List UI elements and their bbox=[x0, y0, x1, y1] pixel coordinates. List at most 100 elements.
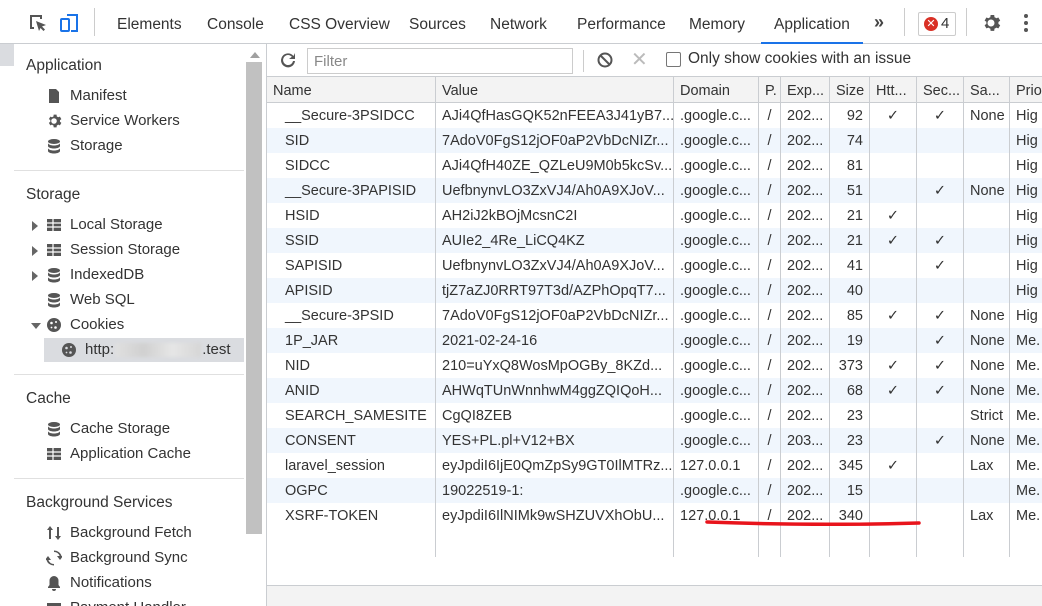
table-row[interactable]: SEARCH_SAMESITE CgQI8ZEB .google.c.../202.… bbox=[267, 403, 1042, 428]
expand-arrow-icon[interactable] bbox=[32, 271, 38, 281]
cell-size: 40 bbox=[830, 278, 870, 303]
table-row[interactable]: SIDCC AJi4QfH40ZE_QZLeU9M0b5kcSv... .googl… bbox=[267, 153, 1042, 178]
only-issues-checkbox[interactable] bbox=[666, 52, 681, 67]
scroll-up-arrow-icon[interactable] bbox=[250, 52, 260, 58]
grid-icon bbox=[46, 217, 62, 233]
error-count-badge[interactable]: ✕ 4 bbox=[918, 12, 956, 36]
column-header-expires[interactable]: Exp... bbox=[781, 77, 830, 103]
sidebar-item-cookie-origin[interactable]: http: .test bbox=[44, 338, 244, 362]
cookie-icon bbox=[46, 317, 62, 333]
tab-css-overview[interactable]: CSS Overview bbox=[289, 0, 390, 44]
tab-application[interactable]: Application bbox=[761, 0, 863, 44]
cell-path: / bbox=[759, 378, 781, 403]
table-row[interactable]: NID 210=uYxQ8WosMpOGBy_8KZd... .google.c..… bbox=[267, 353, 1042, 378]
toolbar-divider bbox=[583, 50, 584, 72]
cell-expires: 202... bbox=[781, 178, 830, 203]
column-header-size[interactable]: Size bbox=[830, 77, 870, 103]
kebab-menu-icon[interactable] bbox=[1021, 12, 1031, 34]
table-row[interactable]: __Secure-3PSIDCC AJi4QfHasGQK52nFEEA3J41y… bbox=[267, 103, 1042, 128]
sidebar-item-label: Cache Storage bbox=[70, 420, 171, 437]
cell-domain: .google.c... bbox=[674, 128, 759, 153]
table-row[interactable]: CONSENT YES+PL.pl+V12+BX .google.c.../203.… bbox=[267, 428, 1042, 453]
device-toolbar-icon[interactable] bbox=[58, 12, 80, 34]
delete-selected-icon[interactable]: ✕ bbox=[631, 48, 648, 72]
column-header-samesite[interactable]: Sa... bbox=[964, 77, 1010, 103]
sync-icon bbox=[45, 550, 63, 566]
cookies-toolbar: ✕ Only show cookies with an issue bbox=[267, 44, 1042, 77]
column-header-secure[interactable]: Sec... bbox=[917, 77, 964, 103]
table-row[interactable]: HSID AH2iJ2kBOjMcsnC2I .google.c.../202...… bbox=[267, 203, 1042, 228]
toolbar-divider bbox=[904, 8, 905, 36]
column-header-path[interactable]: P. bbox=[759, 77, 781, 103]
cell-httponly bbox=[870, 253, 917, 278]
database-icon bbox=[46, 138, 62, 154]
cell-secure: ✓ bbox=[917, 178, 964, 203]
tab-memory[interactable]: Memory bbox=[689, 0, 745, 44]
cell-samesite: Lax bbox=[964, 453, 1010, 478]
cell-value: eyJpdiI6IlNIMk9wSHZUVXhObU... bbox=[436, 503, 674, 528]
cell-name: 1P_JAR bbox=[267, 328, 436, 353]
table-row[interactable]: 1P_JAR 2021-02-24-16 .google.c.../202... 19… bbox=[267, 328, 1042, 353]
cell-expires: 202... bbox=[781, 153, 830, 178]
column-header-httponly[interactable]: Htt... bbox=[870, 77, 917, 103]
sidebar-item-label: Session Storage bbox=[70, 241, 181, 258]
table-row[interactable]: APISID tjZ7aZJ0RRT97T3d/AZPhOpqT7... .goog… bbox=[267, 278, 1042, 303]
cell-path: / bbox=[759, 128, 781, 153]
table-row[interactable]: OGPC 19022519-1: .google.c.../202... 15 Me. bbox=[267, 478, 1042, 503]
column-header-domain[interactable]: Domain bbox=[674, 77, 759, 103]
clear-all-icon[interactable] bbox=[597, 52, 613, 68]
cell-priority: Hig bbox=[1010, 153, 1042, 178]
cell-priority: Me. bbox=[1010, 328, 1042, 353]
cell-name: NID bbox=[267, 353, 436, 378]
expand-arrow-icon[interactable] bbox=[32, 221, 38, 231]
tab-console[interactable]: Console bbox=[207, 0, 264, 44]
column-header-name[interactable]: Name bbox=[267, 77, 436, 103]
cell-priority: Me. bbox=[1010, 453, 1042, 478]
table-row[interactable]: XSRF-TOKEN eyJpdiI6IlNIMk9wSHZUVXhObU... 1… bbox=[267, 503, 1042, 528]
cell-value: UefbnynvLO3ZxVJ4/Ah0A9XJoV... bbox=[436, 178, 674, 203]
cell-priority: Hig bbox=[1010, 128, 1042, 153]
sidebar-scrollbar-thumb[interactable] bbox=[246, 62, 262, 534]
cookie-icon bbox=[61, 342, 77, 358]
cell-priority: Me. bbox=[1010, 503, 1042, 528]
tab-elements[interactable]: Elements bbox=[117, 0, 182, 44]
section-title-storage: Storage bbox=[26, 186, 81, 203]
table-row[interactable]: laravel_session eyJpdiI6IjE0QmZpSy9GT0IlM… bbox=[267, 453, 1042, 478]
cell-priority: Me. bbox=[1010, 428, 1042, 453]
origin-suffix: .test bbox=[202, 341, 231, 358]
tab-network[interactable]: Network bbox=[490, 0, 547, 44]
inspect-element-icon[interactable] bbox=[27, 12, 49, 34]
more-tabs-icon[interactable]: » bbox=[874, 12, 884, 33]
table-row[interactable]: SSID AUIe2_4Re_LiCQ4KZ .google.c.../202...… bbox=[267, 228, 1042, 253]
sidebar-item-label: Web SQL bbox=[70, 291, 135, 308]
settings-gear-icon[interactable] bbox=[981, 13, 1001, 37]
cookies-panel: ✕ Only show cookies with an issue NameVa… bbox=[266, 44, 1042, 606]
cell-size: 23 bbox=[830, 428, 870, 453]
table-row[interactable]: ANID AHWqTUnWnnhwM4ggZQIQoH... .google.c..… bbox=[267, 378, 1042, 403]
table-row[interactable]: __Secure-3PAPISID UefbnynvLO3ZxVJ4/Ah0A9X… bbox=[267, 178, 1042, 203]
cell-secure bbox=[917, 478, 964, 503]
toolbar-divider bbox=[94, 8, 95, 36]
refresh-icon[interactable] bbox=[279, 51, 297, 69]
collapse-arrow-icon[interactable] bbox=[31, 323, 41, 329]
tab-performance[interactable]: Performance bbox=[577, 0, 666, 44]
table-row[interactable]: __Secure-3PSID 7AdoV0FgS12jOF0aP2VbDcNIZr… bbox=[267, 303, 1042, 328]
cell-domain: 127.0.0.1 bbox=[674, 453, 759, 478]
cell-samesite bbox=[964, 128, 1010, 153]
cell-expires: 202... bbox=[781, 278, 830, 303]
column-header-priority[interactable]: Prio bbox=[1010, 77, 1042, 103]
cell-domain: .google.c... bbox=[674, 303, 759, 328]
cell-secure bbox=[917, 128, 964, 153]
column-header-value[interactable]: Value bbox=[436, 77, 674, 103]
cell-domain: .google.c... bbox=[674, 378, 759, 403]
cell-httponly bbox=[870, 153, 917, 178]
table-row[interactable]: SID 7AdoV0FgS12jOF0aP2VbDcNIZr... .google.… bbox=[267, 128, 1042, 153]
column-divider bbox=[758, 528, 759, 557]
expand-arrow-icon[interactable] bbox=[32, 246, 38, 256]
table-row[interactable]: SAPISID UefbnynvLO3ZxVJ4/Ah0A9XJoV... .goo… bbox=[267, 253, 1042, 278]
tab-sources[interactable]: Sources bbox=[409, 0, 466, 44]
cell-httponly: ✓ bbox=[870, 228, 917, 253]
cell-path: / bbox=[759, 403, 781, 428]
section-divider bbox=[14, 170, 244, 171]
filter-input[interactable] bbox=[307, 48, 573, 74]
